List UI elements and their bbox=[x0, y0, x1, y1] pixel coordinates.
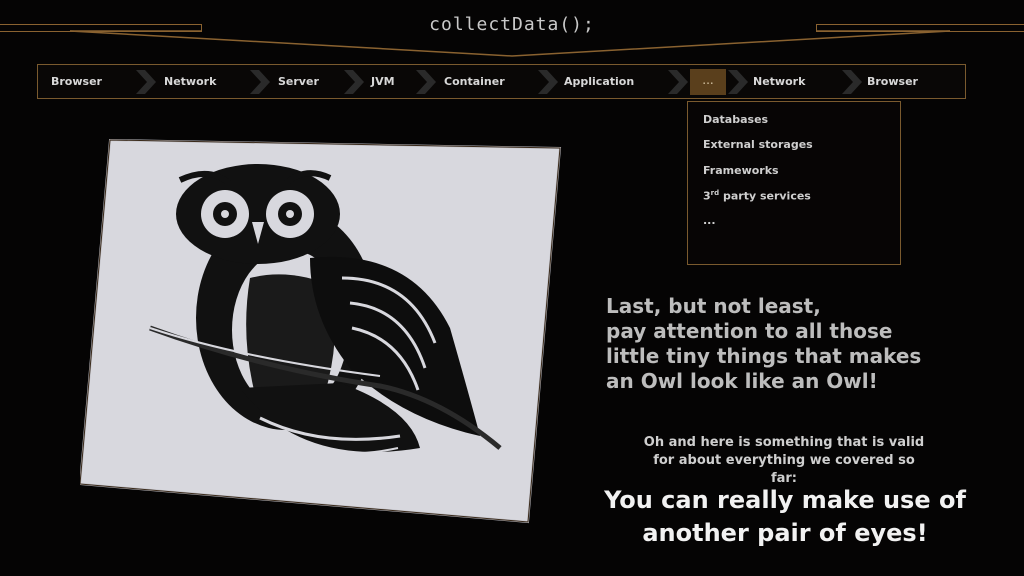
menu-item-external-storages[interactable]: External storages bbox=[703, 138, 813, 151]
note-text: Oh and here is something that is valid f… bbox=[640, 434, 928, 488]
menu-item-third-party-services[interactable]: 3rd party services bbox=[703, 189, 811, 203]
breadcrumb-item-server[interactable]: Server bbox=[278, 65, 319, 98]
chevron-right-icon bbox=[136, 70, 156, 94]
chevron-right-icon bbox=[344, 70, 364, 94]
chevron-right-icon bbox=[416, 70, 436, 94]
chevron-right-icon bbox=[728, 70, 748, 94]
breadcrumb: Browser Network Server JVM Container App… bbox=[37, 64, 966, 99]
headline-line: little tiny things that makes bbox=[606, 344, 922, 368]
note-line: Oh and here is something that is valid bbox=[643, 435, 925, 450]
menu-item-ordinal: rd bbox=[710, 189, 720, 197]
headline-text: Last, but not least, pay attention to al… bbox=[606, 294, 1016, 394]
menu-item-frameworks[interactable]: Frameworks bbox=[703, 164, 779, 177]
headline-line: pay attention to all those bbox=[606, 319, 893, 343]
dropdown-menu: Databases External storages Frameworks 3… bbox=[687, 101, 901, 265]
menu-item-more[interactable]: ... bbox=[703, 214, 716, 227]
breadcrumb-item-application[interactable]: Application bbox=[564, 65, 634, 98]
menu-item-number: 3 bbox=[703, 189, 711, 203]
breadcrumb-item-more[interactable]: ... bbox=[690, 69, 726, 95]
owl-drawing-photo bbox=[80, 138, 562, 524]
breadcrumb-item-container[interactable]: Container bbox=[444, 65, 505, 98]
headline-line: an Owl look like an Owl! bbox=[606, 369, 878, 393]
breadcrumb-item-network-2[interactable]: Network bbox=[753, 65, 805, 98]
breadcrumb-item-browser-2[interactable]: Browser bbox=[867, 65, 918, 98]
headline-line: Last, but not least, bbox=[606, 294, 821, 318]
chevron-right-icon bbox=[842, 70, 862, 94]
menu-item-databases[interactable]: Databases bbox=[703, 113, 768, 126]
chevron-right-icon bbox=[668, 70, 688, 94]
note-line: for about everything we covered so far: bbox=[653, 453, 915, 486]
callout-text: You can really make use of another pair … bbox=[595, 484, 975, 550]
callout-line: You can really make use of bbox=[604, 486, 966, 514]
breadcrumb-item-browser[interactable]: Browser bbox=[51, 65, 102, 98]
breadcrumb-item-network[interactable]: Network bbox=[164, 65, 216, 98]
menu-item-label: party services bbox=[722, 189, 811, 203]
chevron-right-icon bbox=[250, 70, 270, 94]
chevron-right-icon bbox=[538, 70, 558, 94]
callout-line: another pair of eyes! bbox=[642, 519, 928, 547]
breadcrumb-item-jvm[interactable]: JVM bbox=[371, 65, 395, 98]
page-title: collectData(); bbox=[429, 14, 595, 35]
